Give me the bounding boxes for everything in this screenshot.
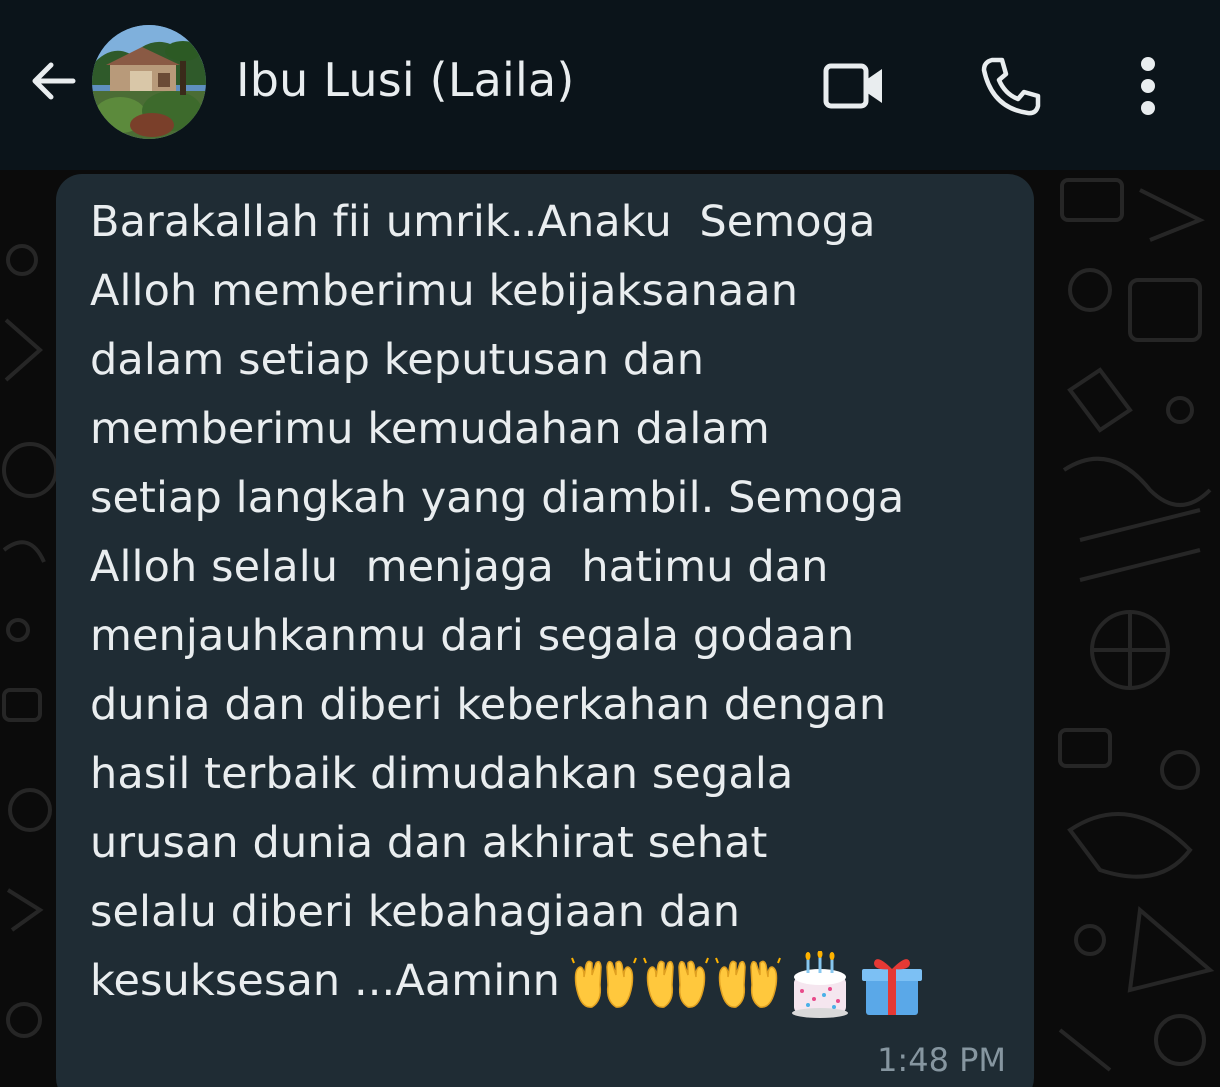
contact-name[interactable]: Ibu Lusi (Laila) xyxy=(236,48,575,112)
arrow-back-icon xyxy=(32,62,76,100)
avatar-photo xyxy=(92,25,206,139)
phone-icon xyxy=(981,57,1041,116)
message-line: kesuksesan ...Aaminn xyxy=(90,956,561,1006)
video-call-button[interactable] xyxy=(818,50,890,122)
message-line: menjauhkanmu dari segala godaan xyxy=(90,611,855,661)
contact-avatar[interactable] xyxy=(92,25,206,139)
more-options-button[interactable] xyxy=(1112,50,1184,122)
more-vert-icon xyxy=(1141,57,1155,115)
birthday-cake-emoji xyxy=(792,950,849,1018)
message-timestamp: 1:48 PM xyxy=(877,1041,1006,1079)
message-text: Barakallah fii umrik..Anaku Semoga Alloh… xyxy=(90,188,1010,1019)
video-call-icon xyxy=(823,63,882,109)
back-button[interactable] xyxy=(22,50,84,112)
wrapped-gift-emoji xyxy=(862,958,923,1015)
raising-hands-emoji xyxy=(715,957,781,1008)
message-line: hasil terbaik dimudahkan segala xyxy=(90,749,794,799)
message-line: Barakallah fii umrik..Anaku Semoga xyxy=(90,197,876,247)
voice-call-button[interactable] xyxy=(974,50,1046,122)
message-line: selalu diberi kebahagiaan dan xyxy=(90,887,741,937)
message-line: urusan dunia dan akhirat sehat xyxy=(90,818,768,868)
message-line: dunia dan diberi keberkahan dengan xyxy=(90,680,887,730)
chat-area[interactable]: Barakallah fii umrik..Anaku Semoga Alloh… xyxy=(0,170,1220,1087)
message-line: setiap langkah yang diambil. Semoga xyxy=(90,473,905,523)
message-line: Alloh memberimu kebijaksanaan xyxy=(90,266,799,316)
message-line: memberimu kemudahan dalam xyxy=(90,404,770,454)
raising-hands-emoji xyxy=(571,957,637,1008)
raising-hands-emoji xyxy=(643,957,709,1008)
message-bubble[interactable]: Barakallah fii umrik..Anaku Semoga Alloh… xyxy=(56,174,1034,1087)
chat-header: Ibu Lusi (Laila) xyxy=(0,0,1220,170)
emoji-row xyxy=(570,948,930,1019)
message-line: Alloh selalu menjaga hatimu dan xyxy=(90,542,829,592)
message-line: dalam setiap keputusan dan xyxy=(90,335,705,385)
chat-screen: Ibu Lusi (Laila) Barakallah fii umrik..A… xyxy=(0,0,1220,1087)
